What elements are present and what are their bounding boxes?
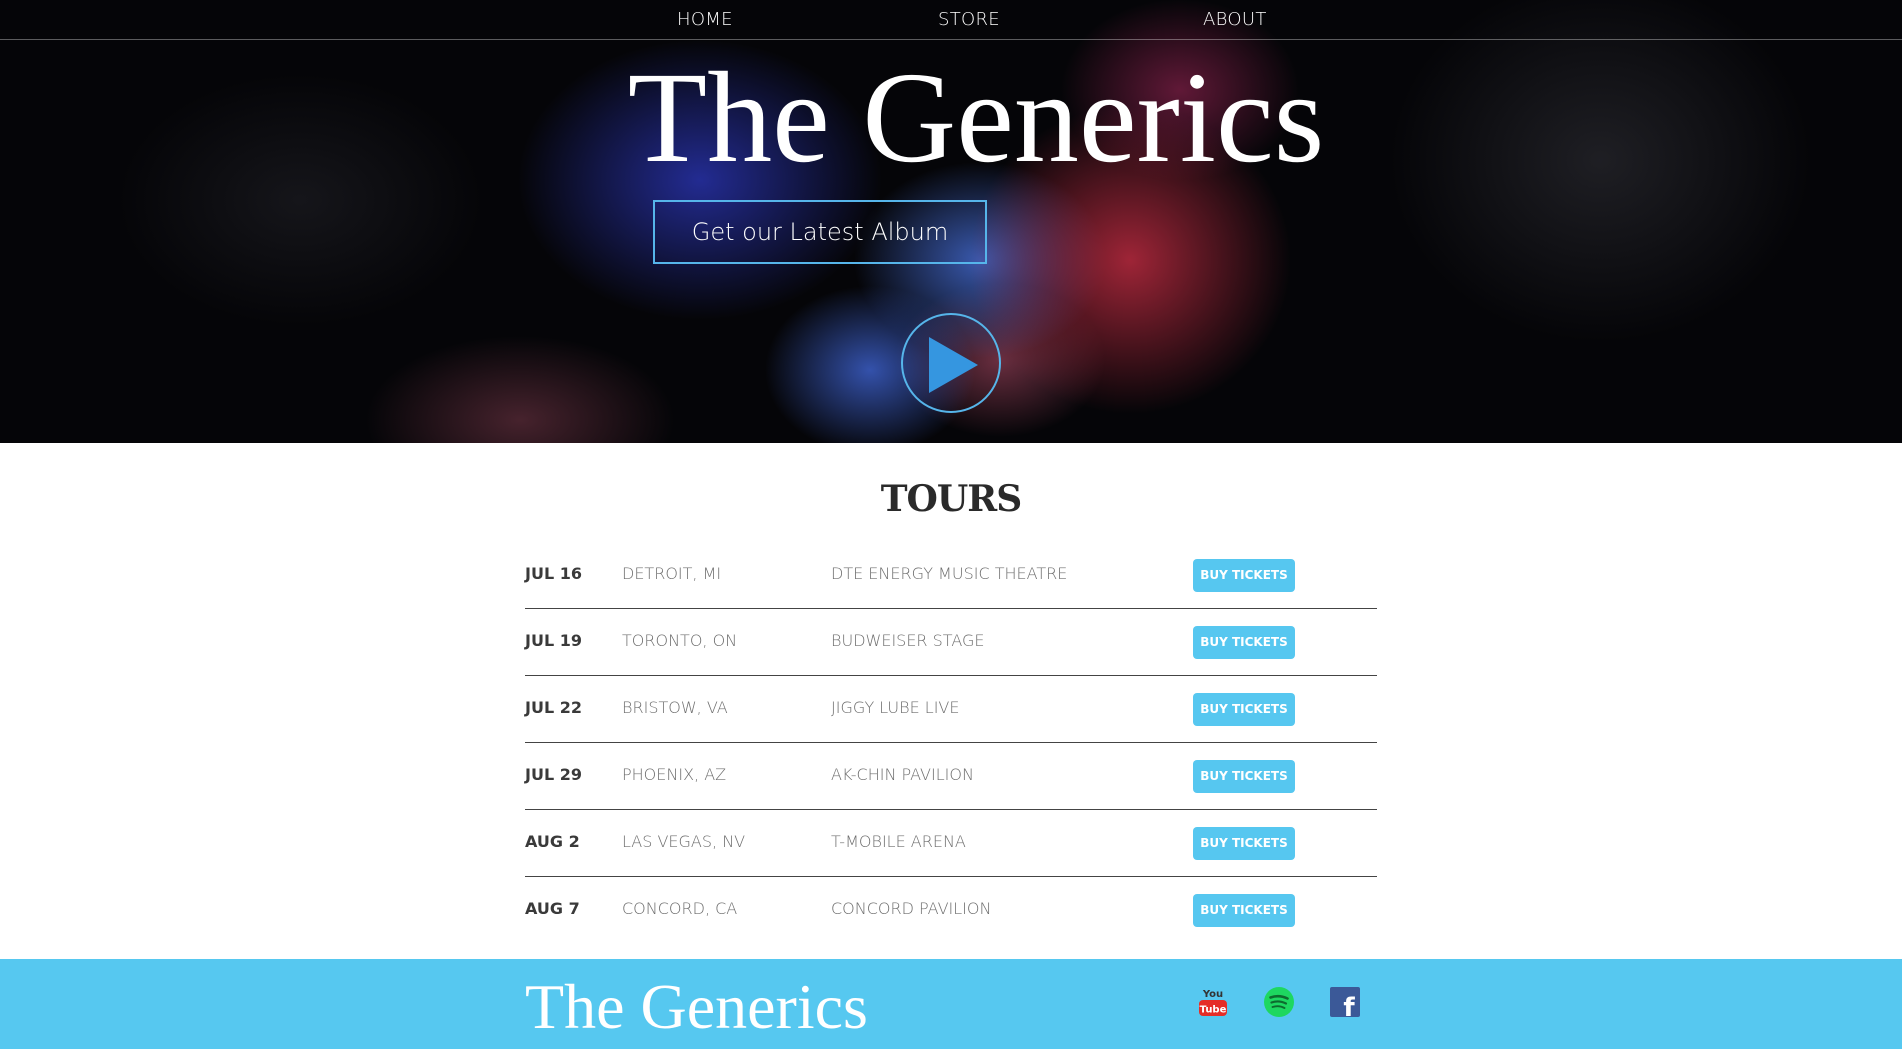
buy-tickets-button[interactable]: BUY TICKETS [1193, 760, 1295, 793]
tour-city: BRISTOW, VA [622, 698, 728, 717]
tour-venue: DTE ENERGY MUSIC THEATRE [831, 564, 1068, 583]
tour-date: AUG 2 [525, 832, 580, 851]
tour-date: JUL 29 [525, 765, 582, 784]
tour-row: AUG 7 CONCORD, CA CONCORD PAVILION BUY T… [525, 877, 1377, 944]
tour-venue: CONCORD PAVILION [831, 899, 992, 918]
tour-date: JUL 19 [525, 631, 582, 650]
facebook-icon-letter: f [1343, 993, 1355, 1019]
buy-tickets-button[interactable]: BUY TICKETS [1193, 559, 1295, 592]
tour-row: JUL 22 BRISTOW, VA JIGGY LUBE LIVE BUY T… [525, 676, 1377, 743]
tour-venue: JIGGY LUBE LIVE [831, 698, 960, 717]
tour-row: JUL 16 DETROIT, MI DTE ENERGY MUSIC THEA… [525, 542, 1377, 609]
tours-heading: TOURS [880, 478, 1022, 520]
tour-city: CONCORD, CA [622, 899, 738, 918]
footer-title: The Generics [525, 971, 868, 1042]
facebook-icon: f [1330, 987, 1360, 1023]
nav-store-link[interactable]: STORE [938, 9, 1000, 30]
facebook-link[interactable]: f [1328, 985, 1362, 1023]
tour-row: JUL 29 PHOENIX, AZ AK-CHIN PAVILION BUY … [525, 743, 1377, 810]
tour-city: PHOENIX, AZ [622, 765, 727, 784]
play-button[interactable] [901, 313, 1001, 413]
tour-city: LAS VEGAS, NV [622, 832, 746, 851]
tour-row: JUL 19 TORONTO, ON BUDWEISER STAGE BUY T… [525, 609, 1377, 676]
youtube-link[interactable]: You Tube [1196, 985, 1230, 1019]
buy-tickets-button[interactable]: BUY TICKETS [1193, 827, 1295, 860]
spotify-link[interactable] [1262, 985, 1296, 1019]
top-nav: HOME STORE ABOUT [0, 0, 1902, 40]
footer: The Generics You Tube f [0, 959, 1902, 1049]
get-latest-album-button[interactable]: Get our Latest Album [653, 200, 987, 264]
tour-venue: BUDWEISER STAGE [831, 631, 985, 650]
buy-tickets-button[interactable]: BUY TICKETS [1193, 626, 1295, 659]
hero-title: The Generics [627, 46, 1325, 190]
tour-city: TORONTO, ON [622, 631, 738, 650]
tour-date: AUG 7 [525, 899, 580, 918]
spotify-icon [1264, 987, 1294, 1017]
nav-about-link[interactable]: ABOUT [1203, 9, 1267, 30]
youtube-icon: You Tube [1199, 989, 1227, 1016]
hero-banner: HOME STORE ABOUT The Generics Get our La… [0, 0, 1902, 443]
buy-tickets-button[interactable]: BUY TICKETS [1193, 693, 1295, 726]
play-icon [929, 337, 978, 393]
tour-date: JUL 22 [525, 698, 582, 717]
tour-list: JUL 16 DETROIT, MI DTE ENERGY MUSIC THEA… [525, 542, 1377, 944]
youtube-icon-text-bottom: Tube [1200, 1005, 1227, 1016]
tour-date: JUL 16 [525, 564, 582, 583]
tour-row: AUG 2 LAS VEGAS, NV T-MOBILE ARENA BUY T… [525, 810, 1377, 877]
buy-tickets-button[interactable]: BUY TICKETS [1193, 894, 1295, 927]
youtube-icon-text-top: You [1202, 989, 1223, 1000]
tour-city: DETROIT, MI [622, 564, 722, 583]
nav-home-link[interactable]: HOME [677, 9, 733, 30]
tour-venue: AK-CHIN PAVILION [831, 765, 974, 784]
tour-venue: T-MOBILE ARENA [831, 832, 966, 851]
